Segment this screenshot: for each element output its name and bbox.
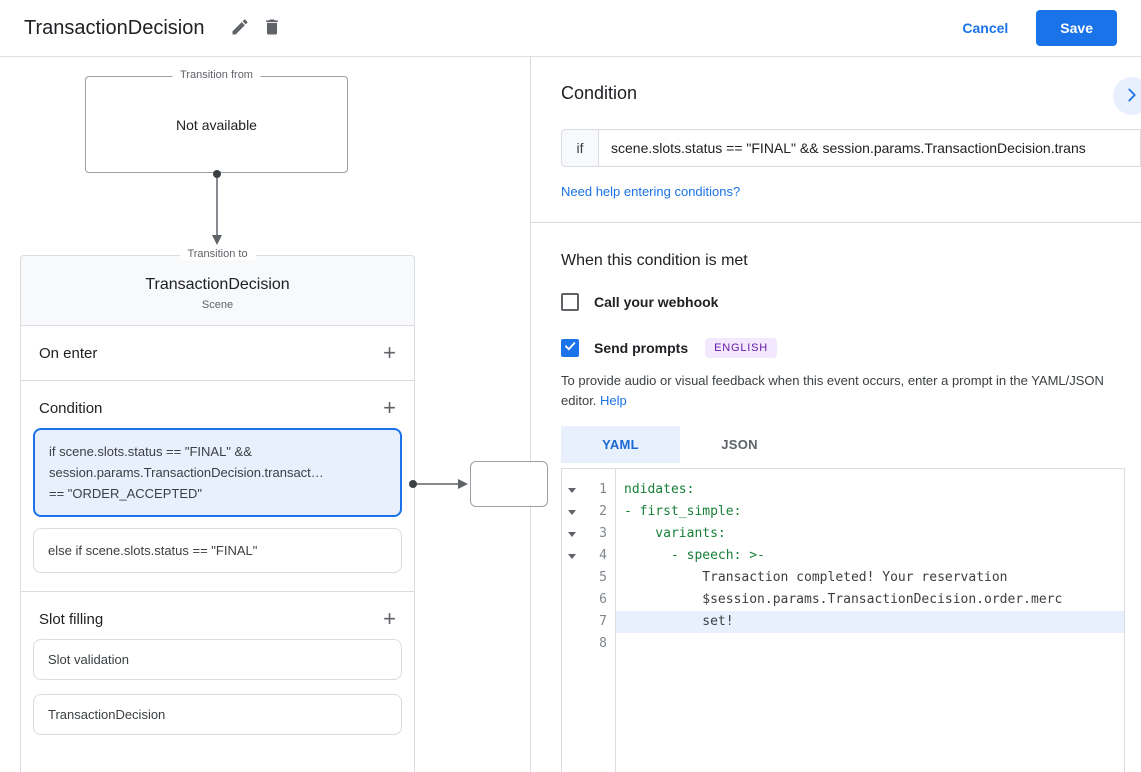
prompt-hint-text: To provide audio or visual feedback when… — [561, 373, 1104, 408]
line-number: 2 — [599, 504, 607, 519]
line-text: - first_simple: — [624, 504, 742, 519]
main-content: Transition from Not available Transition… — [0, 57, 1141, 772]
code-line: 2 - first_simple: — [562, 501, 1124, 523]
code-line: 1 ndidates: — [562, 479, 1124, 501]
code-line-highlighted: 7 set! — [562, 611, 1124, 633]
code-line: 6 $session.params.TransactionDecision.or… — [562, 589, 1124, 611]
code-line: 5 Transaction completed! Your reservatio… — [562, 567, 1124, 589]
line-text — [615, 633, 1124, 655]
next-node-box[interactable] — [470, 461, 548, 507]
transition-from-value: Not available — [176, 116, 257, 133]
call-webhook-checkbox[interactable] — [561, 293, 579, 311]
if-chip: if — [561, 129, 599, 167]
line-number: 7 — [599, 614, 607, 629]
panel-title: Condition — [561, 83, 638, 103]
gutter-divider — [615, 469, 616, 772]
line-text: set! — [615, 611, 1124, 633]
prompt-help-link[interactable]: Help — [600, 393, 627, 408]
condition-item[interactable]: else if scene.slots.status == "FINAL" — [33, 528, 402, 573]
top-bar: TransactionDecision Cancel Save — [0, 0, 1141, 57]
down-arrow-icon — [210, 169, 224, 256]
transition-from-legend: Transition from — [172, 69, 261, 81]
tab-json[interactable]: JSON — [680, 426, 799, 463]
code-line: 8 — [562, 633, 1124, 655]
delete-scene-button[interactable] — [256, 12, 288, 44]
scene-card: Transition to TransactionDecision Scene … — [20, 248, 415, 772]
on-enter-section: On enter + — [21, 326, 414, 380]
add-condition-button[interactable]: + — [383, 397, 396, 419]
line-number: 4 — [599, 548, 607, 563]
transition-to-legend: Transition to — [179, 248, 256, 260]
prompt-hint: To provide audio or visual feedback when… — [561, 371, 1125, 411]
right-arrow-icon — [408, 477, 472, 496]
tab-yaml[interactable]: YAML — [561, 426, 680, 463]
pencil-icon — [230, 17, 250, 40]
trash-icon — [262, 17, 282, 40]
line-number: 3 — [599, 526, 607, 541]
condition-item-selected[interactable]: if scene.slots.status == "FINAL" && sess… — [33, 428, 402, 517]
line-text: $session.params.TransactionDecision.orde… — [624, 592, 1063, 607]
line-text: Transaction completed! Your reservation — [624, 570, 1008, 585]
add-slot-button[interactable]: + — [383, 608, 396, 630]
line-text: ndidates: — [624, 482, 695, 497]
language-badge: ENGLISH — [705, 338, 778, 358]
edit-title-button[interactable] — [224, 12, 256, 44]
page-title: TransactionDecision — [24, 16, 205, 39]
line-number: 6 — [599, 592, 607, 607]
condition-label: Condition — [39, 399, 103, 417]
editor-format-tabs: YAML JSON — [561, 426, 1125, 463]
slot-item-validation[interactable]: Slot validation — [33, 639, 402, 680]
send-prompts-checkbox[interactable] — [561, 339, 579, 357]
condition-editor-panel: Condition if Need help entering conditio… — [530, 57, 1141, 772]
app-window: TransactionDecision Cancel Save Transiti… — [0, 0, 1141, 772]
yaml-code-editor[interactable]: 1 ndidates: 2 - first_simple: 3 variants… — [561, 468, 1125, 772]
divider — [531, 222, 1141, 223]
chevron-right-icon — [1121, 84, 1141, 109]
code-line: 4 - speech: >- — [562, 545, 1124, 567]
collapse-panel-button[interactable] — [1113, 77, 1141, 115]
on-enter-label: On enter — [39, 344, 98, 362]
send-prompts-row: Send prompts ENGLISH — [561, 338, 1125, 358]
fold-toggle-icon[interactable] — [568, 531, 576, 537]
line-number: 5 — [599, 570, 607, 585]
webhook-row: Call your webhook — [561, 293, 1125, 311]
slot-item-transaction-decision[interactable]: TransactionDecision — [33, 694, 402, 735]
line-text: variants: — [624, 526, 726, 541]
scene-name: TransactionDecision — [145, 276, 290, 293]
condition-expression-input[interactable] — [599, 129, 1141, 167]
checkmark-icon — [563, 339, 577, 358]
line-number: 1 — [599, 482, 607, 497]
slot-filling-label: Slot filling — [39, 610, 104, 628]
send-prompts-label: Send prompts — [594, 340, 689, 356]
when-condition-met-title: When this condition is met — [561, 252, 748, 269]
transition-from-box: Transition from Not available — [85, 69, 348, 173]
condition-section-header: Condition + — [21, 381, 414, 426]
fold-toggle-icon[interactable] — [568, 487, 576, 493]
cancel-button[interactable]: Cancel — [962, 20, 1008, 36]
code-line: 3 variants: — [562, 523, 1124, 545]
condition-expression-row: if — [561, 129, 1141, 167]
fold-toggle-icon[interactable] — [568, 509, 576, 515]
line-number: 8 — [599, 636, 607, 651]
add-on-enter-button[interactable]: + — [383, 342, 396, 364]
conditions-help-link[interactable]: Need help entering conditions? — [561, 184, 740, 199]
fold-toggle-icon[interactable] — [568, 553, 576, 559]
scene-type-label: Scene — [201, 299, 234, 311]
save-button[interactable]: Save — [1036, 10, 1117, 46]
flow-diagram-panel: Transition from Not available Transition… — [0, 57, 548, 772]
call-webhook-label: Call your webhook — [594, 294, 719, 310]
scene-card-header: TransactionDecision Scene — [21, 256, 414, 326]
slot-filling-section-header: Slot filling + — [21, 592, 414, 637]
line-text: - speech: >- — [624, 548, 765, 563]
